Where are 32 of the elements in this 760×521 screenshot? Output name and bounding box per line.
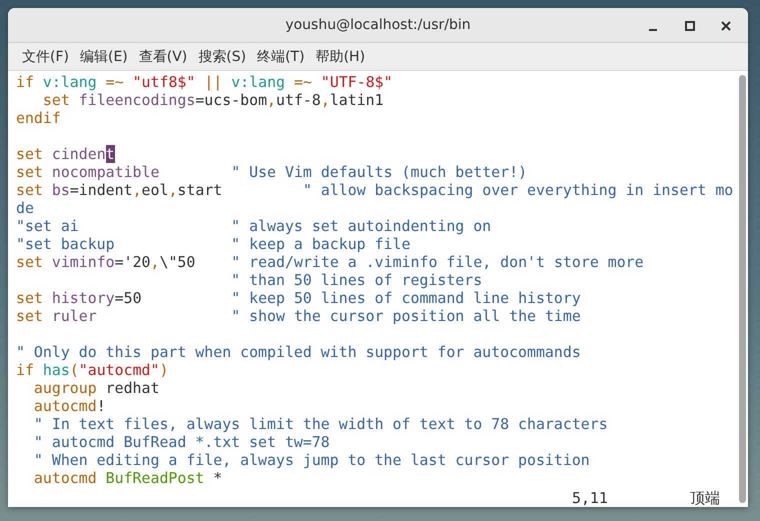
- code-line: set nocompatible " Use Vim defaults (much better!): [16, 163, 528, 181]
- code-line: set fileencodings=ucs-bom,utf-8,latin1: [42, 91, 385, 109]
- code-line: " autocmd BufRead *.txt set tw=78: [32, 433, 331, 451]
- code-line: augroup redhat: [32, 379, 160, 397]
- code-line: set bs=indent,eol,start " allow backspacing over everything in insert mo: [16, 181, 734, 199]
- close-icon[interactable]: [720, 20, 732, 32]
- code-line: set cindent: [16, 145, 116, 163]
- code-line: autocmd BufReadPost *: [32, 469, 224, 487]
- code-line: " Only do this part when compiled with support for autocommands: [16, 343, 582, 361]
- code-line: " When editing a file, always jump to the last cursor position: [32, 451, 591, 469]
- code-line: set history=50 " keep 50 lines of command line history: [16, 289, 582, 307]
- code-line: de: [16, 199, 35, 217]
- code-line: "set ai " always set autoindenting on: [16, 217, 492, 235]
- code-line: "set backup " keep a backup file: [16, 235, 412, 253]
- menu-item[interactable]: 帮助(H): [316, 48, 366, 66]
- code-line: endif: [16, 109, 62, 127]
- menu-item[interactable]: 终端(T): [257, 48, 305, 66]
- code-line: " In text files, always limit the width of text to 78 characters: [32, 415, 609, 433]
- scroll-position: 顶端: [690, 489, 720, 507]
- maximize-icon[interactable]: [684, 20, 696, 32]
- code-line: " than 50 lines of registers: [230, 271, 484, 289]
- code-line: if v:lang =~ "utf8$" || v:lang =~ "UTF-8$": [16, 73, 394, 91]
- code-line: if has("autocmd"): [16, 361, 170, 379]
- menu-item[interactable]: 编辑(E): [80, 48, 128, 66]
- menu-item[interactable]: 搜索(S): [198, 48, 246, 66]
- code-line: set ruler " show the cursor position all the time: [16, 307, 582, 325]
- menu-item[interactable]: 查看(V): [138, 48, 188, 66]
- code-line: set viminfo='20,\"50 " read/write a .viminfo file, don't store more: [16, 253, 645, 271]
- window-title: youshu@localhost:/usr/bin: [285, 17, 471, 34]
- menu-item[interactable]: 文件(F): [22, 48, 69, 66]
- cursor-position: 5,11: [572, 489, 608, 507]
- code-line: autocmd!: [32, 397, 107, 415]
